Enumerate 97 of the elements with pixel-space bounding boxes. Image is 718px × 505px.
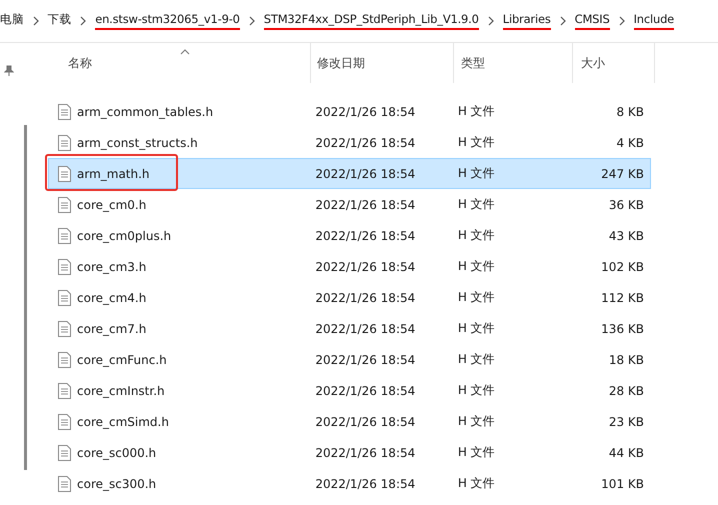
file-name: core_cm4.h bbox=[77, 290, 146, 304]
file-icon bbox=[58, 134, 71, 150]
file-type: H 文件 bbox=[456, 196, 496, 213]
file-type: H 文件 bbox=[456, 413, 496, 430]
file-row[interactable]: core_sc000.h 2022/1/26 18:54 H 文件 44 KB bbox=[48, 437, 651, 468]
file-name: core_cm0.h bbox=[77, 198, 146, 212]
file-type: H 文件 bbox=[456, 227, 496, 244]
file-type: H 文件 bbox=[456, 103, 496, 120]
modified-date: 2022/1/26 18:54 bbox=[314, 166, 416, 180]
file-size: 18 KB bbox=[608, 352, 645, 366]
file-name: core_cmFunc.h bbox=[77, 352, 167, 366]
file-icon bbox=[58, 352, 71, 368]
chevron-icon bbox=[488, 16, 494, 26]
file-name: arm_common_tables.h bbox=[77, 104, 214, 118]
file-row[interactable]: core_cm0.h 2022/1/26 18:54 H 文件 36 KB bbox=[48, 189, 651, 220]
modified-date: 2022/1/26 18:54 bbox=[314, 446, 416, 460]
file-size: 247 KB bbox=[600, 166, 645, 180]
file-type: H 文件 bbox=[456, 165, 496, 182]
file-size: 43 KB bbox=[608, 228, 645, 242]
column-header[interactable]: 名称 bbox=[48, 43, 311, 83]
file-type: H 文件 bbox=[456, 475, 496, 492]
breadcrumb-item[interactable]: CMSIS bbox=[574, 12, 610, 30]
breadcrumb-item[interactable]: STM32F4xx_DSP_StdPeriph_Lib_V1.9.0 bbox=[264, 12, 479, 30]
modified-date: 2022/1/26 18:54 bbox=[314, 260, 416, 274]
file-icon bbox=[58, 258, 71, 274]
file-row[interactable]: core_cmSimd.h 2022/1/26 18:54 H 文件 23 KB bbox=[48, 406, 651, 437]
file-name: core_cmInstr.h bbox=[77, 384, 165, 398]
column-header[interactable]: 类型 bbox=[454, 43, 573, 83]
file-row[interactable]: core_cm0plus.h 2022/1/26 18:54 H 文件 43 KB bbox=[48, 220, 651, 251]
file-size: 101 KB bbox=[600, 476, 645, 490]
modified-date: 2022/1/26 18:54 bbox=[314, 136, 416, 150]
modified-date: 2022/1/26 18:54 bbox=[314, 384, 416, 398]
file-icon bbox=[58, 228, 71, 244]
file-row[interactable]: core_cmFunc.h 2022/1/26 18:54 H 文件 18 KB bbox=[48, 344, 651, 375]
file-size: 102 KB bbox=[600, 260, 645, 274]
file-type: H 文件 bbox=[456, 134, 496, 151]
file-row[interactable]: arm_common_tables.h 2022/1/26 18:54 H 文件 8 KB bbox=[48, 96, 651, 127]
chevron-icon bbox=[80, 16, 86, 26]
file-size: 44 KB bbox=[608, 446, 645, 460]
file-size: 4 KB bbox=[615, 136, 645, 150]
chevron-icon bbox=[32, 16, 39, 26]
file-name: core_cm3.h bbox=[77, 260, 146, 274]
file-type: H 文件 bbox=[456, 382, 496, 399]
breadcrumb-item[interactable]: Libraries bbox=[502, 12, 551, 30]
file-icon bbox=[58, 104, 71, 120]
file-icon bbox=[58, 476, 71, 492]
file-name: core_sc000.h bbox=[77, 446, 156, 460]
breadcrumb-item[interactable]: 电脑 bbox=[0, 12, 24, 30]
file-size: 28 KB bbox=[608, 384, 645, 398]
file-row[interactable]: core_cm3.h 2022/1/26 18:54 H 文件 102 KB bbox=[48, 251, 651, 282]
file-icon bbox=[58, 414, 71, 430]
chevron-icon bbox=[248, 16, 255, 26]
file-name: arm_math.h bbox=[77, 166, 150, 180]
breadcrumb-item[interactable]: Include bbox=[634, 12, 674, 30]
column-header[interactable]: 大小 bbox=[573, 43, 655, 83]
file-name: arm_const_structs.h bbox=[77, 136, 198, 150]
modified-date: 2022/1/26 18:54 bbox=[314, 322, 416, 336]
file-size: 8 KB bbox=[615, 104, 645, 118]
sort-caret-icon bbox=[180, 49, 190, 55]
file-size: 36 KB bbox=[608, 198, 645, 212]
file-name: core_sc300.h bbox=[77, 476, 156, 490]
breadcrumb-item[interactable]: 下载 bbox=[48, 12, 72, 30]
file-type: H 文件 bbox=[456, 444, 496, 461]
breadcrumb-item[interactable]: en.stsw-stm32065_v1-9-0 bbox=[95, 12, 240, 30]
file-row[interactable]: core_cm4.h 2022/1/26 18:54 H 文件 112 KB bbox=[48, 282, 651, 313]
modified-date: 2022/1/26 18:54 bbox=[314, 104, 416, 118]
file-row[interactable]: arm_const_structs.h 2022/1/26 18:54 H 文件 4 KB bbox=[48, 127, 651, 158]
file-icon bbox=[58, 166, 71, 182]
file-name: core_cmSimd.h bbox=[77, 414, 169, 428]
file-size: 112 KB bbox=[600, 290, 645, 304]
modified-date: 2022/1/26 18:54 bbox=[314, 476, 416, 490]
modified-date: 2022/1/26 18:54 bbox=[314, 414, 416, 428]
scrollbar[interactable] bbox=[24, 125, 27, 470]
file-type: H 文件 bbox=[456, 320, 496, 337]
modified-date: 2022/1/26 18:54 bbox=[314, 228, 416, 242]
modified-date: 2022/1/26 18:54 bbox=[314, 198, 416, 212]
file-type: H 文件 bbox=[456, 258, 496, 275]
pin-icon[interactable] bbox=[4, 65, 14, 77]
file-name: core_cm7.h bbox=[77, 322, 146, 336]
file-type: H 文件 bbox=[456, 351, 496, 368]
column-header[interactable]: 修改日期 bbox=[311, 43, 454, 83]
file-type: H 文件 bbox=[456, 289, 496, 306]
file-row[interactable]: core_cmInstr.h 2022/1/26 18:54 H 文件 28 KB bbox=[48, 375, 651, 406]
file-size: 23 KB bbox=[608, 414, 645, 428]
file-icon bbox=[58, 290, 71, 306]
file-name: core_cm0plus.h bbox=[77, 228, 172, 242]
file-icon bbox=[58, 444, 71, 460]
file-icon bbox=[58, 382, 71, 398]
file-size: 136 KB bbox=[600, 322, 645, 336]
modified-date: 2022/1/26 18:54 bbox=[314, 352, 416, 366]
file-icon bbox=[58, 196, 71, 212]
file-row[interactable]: core_cm7.h 2022/1/26 18:54 H 文件 136 KB bbox=[48, 313, 651, 344]
chevron-icon bbox=[560, 16, 566, 26]
modified-date: 2022/1/26 18:54 bbox=[314, 290, 416, 304]
chevron-icon bbox=[618, 16, 625, 26]
file-row[interactable]: core_sc300.h 2022/1/26 18:54 H 文件 101 KB bbox=[48, 468, 651, 499]
file-icon bbox=[58, 320, 71, 336]
